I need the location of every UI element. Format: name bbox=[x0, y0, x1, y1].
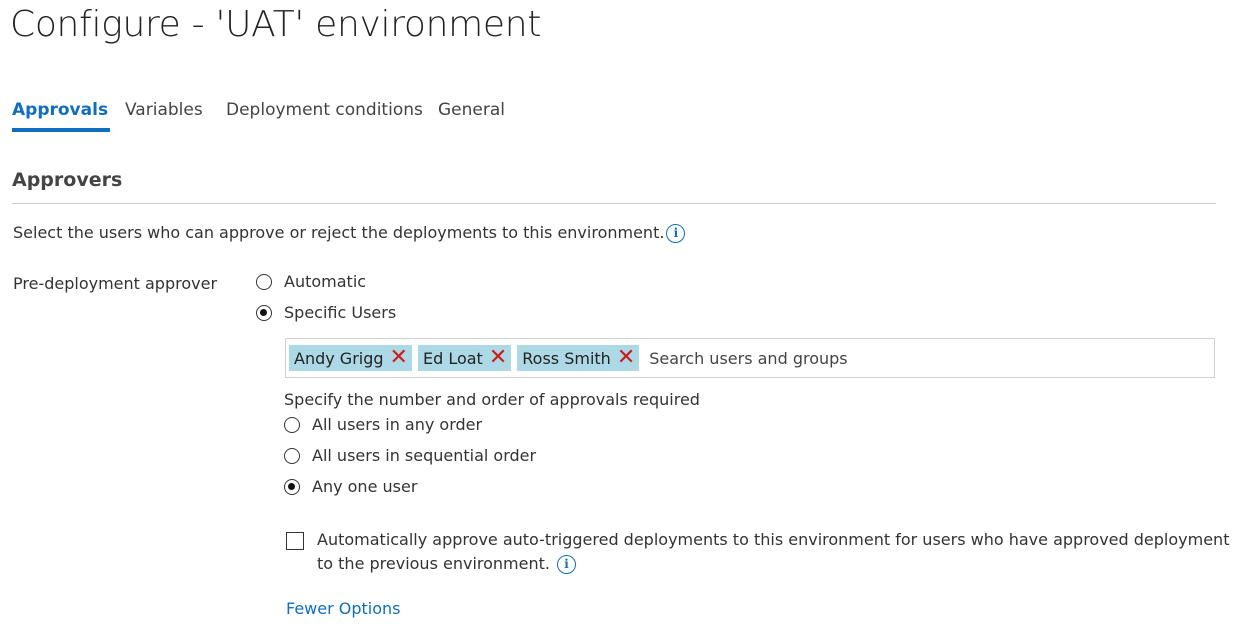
radio-specific-users[interactable]: Specific Users bbox=[256, 303, 396, 322]
auto-approve-text: Automatically approve auto-triggered dep… bbox=[317, 528, 1235, 576]
user-chip-label: Andy Grigg bbox=[294, 348, 384, 368]
approval-order-label: Specify the number and order of approval… bbox=[284, 390, 700, 409]
radio-all-users-sequential-circle[interactable] bbox=[284, 447, 300, 464]
user-search-input[interactable] bbox=[647, 347, 952, 369]
tab-general[interactable]: General bbox=[438, 100, 505, 120]
fewer-options-link[interactable]: Fewer Options bbox=[286, 599, 401, 618]
approvers-description: Select the users who can approve or reje… bbox=[13, 223, 686, 243]
radio-any-one-user-label: Any one user bbox=[312, 477, 418, 496]
user-picker[interactable]: Andy Grigg ✕ Ed Loat ✕ Ross Smith ✕ bbox=[285, 338, 1215, 378]
radio-all-users-sequential[interactable]: All users in sequential order bbox=[284, 446, 536, 465]
user-chip-label: Ed Loat bbox=[422, 348, 483, 368]
radio-automatic-circle[interactable] bbox=[256, 273, 272, 290]
active-tab-indicator bbox=[12, 128, 110, 132]
radio-any-one-user-circle[interactable] bbox=[284, 478, 300, 495]
radio-all-users-any-order-circle[interactable] bbox=[284, 416, 300, 433]
radio-any-one-user[interactable]: Any one user bbox=[284, 477, 417, 496]
tab-deployment-conditions[interactable]: Deployment conditions bbox=[226, 100, 423, 120]
auto-approve-checkbox[interactable] bbox=[286, 532, 304, 550]
radio-automatic-label: Automatic bbox=[284, 272, 367, 291]
page-title: Configure - 'UAT' environment bbox=[10, 4, 542, 45]
remove-user-icon[interactable]: ✕ bbox=[489, 347, 507, 369]
auto-approve-label: Automatically approve auto-triggered dep… bbox=[317, 530, 1230, 573]
radio-automatic[interactable]: Automatic bbox=[256, 272, 366, 291]
info-icon[interactable]: i bbox=[557, 555, 577, 574]
radio-all-users-any-order-label: All users in any order bbox=[312, 415, 483, 434]
remove-user-icon[interactable]: ✕ bbox=[617, 347, 635, 369]
tab-approvals[interactable]: Approvals bbox=[12, 100, 108, 120]
radio-specific-users-circle[interactable] bbox=[256, 304, 272, 321]
radio-specific-users-label: Specific Users bbox=[284, 303, 397, 322]
auto-approve-option[interactable]: Automatically approve auto-triggered dep… bbox=[286, 528, 1235, 576]
pre-deployment-approver-label: Pre-deployment approver bbox=[13, 274, 218, 293]
remove-user-icon[interactable]: ✕ bbox=[390, 347, 408, 369]
user-chip-andy-grigg: Andy Grigg ✕ bbox=[289, 345, 412, 371]
section-divider bbox=[12, 203, 1216, 204]
user-chip-ross-smith: Ross Smith ✕ bbox=[517, 345, 640, 371]
approvers-heading: Approvers bbox=[12, 169, 123, 191]
radio-all-users-any-order[interactable]: All users in any order bbox=[284, 415, 482, 434]
approvers-description-text: Select the users who can approve or reje… bbox=[13, 223, 665, 242]
info-icon[interactable]: i bbox=[666, 224, 686, 243]
user-chip-label: Ross Smith bbox=[522, 348, 611, 368]
user-chip-ed-loat: Ed Loat ✕ bbox=[417, 345, 512, 371]
radio-all-users-sequential-label: All users in sequential order bbox=[312, 446, 537, 465]
tab-variables[interactable]: Variables bbox=[125, 100, 203, 120]
